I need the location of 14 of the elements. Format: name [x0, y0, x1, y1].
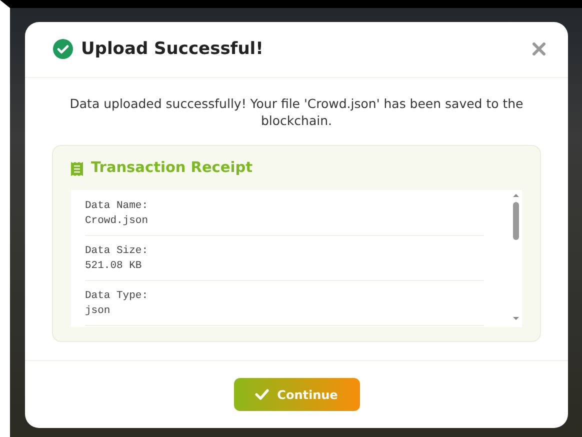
message-text: Data uploaded successfully! Your file 'Crowd.json' has been saved to the blockchain. — [68, 95, 524, 129]
close-icon — [532, 42, 546, 56]
continue-button[interactable]: Continue — [234, 378, 360, 411]
field-value: json — [85, 304, 112, 319]
dialog-title: Upload Successful! — [81, 39, 264, 60]
field-label: Data Size: — [85, 244, 150, 259]
receipt-icon — [71, 162, 83, 176]
field-label: Data Type: — [85, 288, 150, 304]
field-label: Data Name: — [85, 198, 150, 214]
receipt-title: Transaction Receipt — [91, 159, 253, 178]
check-circle-icon — [53, 39, 73, 60]
field-value: Crowd.json — [85, 214, 150, 229]
field-value: 521.08 KB — [85, 258, 143, 274]
check-icon — [255, 389, 270, 400]
